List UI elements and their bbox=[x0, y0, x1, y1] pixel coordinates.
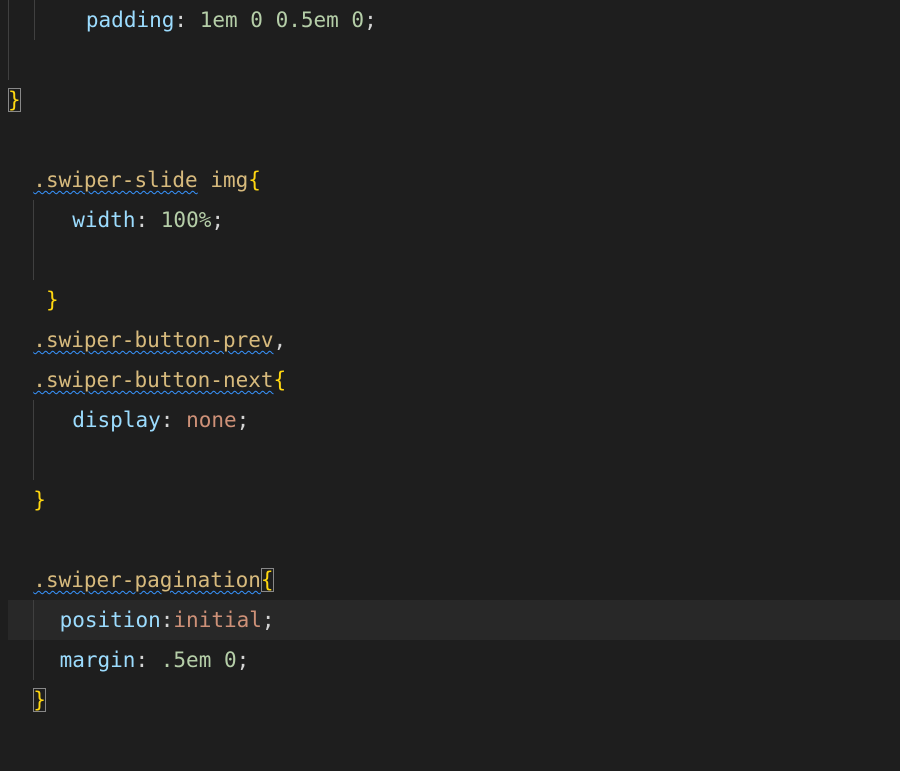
code-line[interactable] bbox=[8, 528, 21, 552]
close-brace: } bbox=[8, 88, 21, 112]
css-property: padding bbox=[86, 8, 175, 32]
close-brace: } bbox=[46, 288, 59, 312]
css-value: 1em 0 0.5em 0 bbox=[200, 8, 364, 32]
css-selector: img bbox=[210, 168, 248, 192]
css-property: display bbox=[72, 408, 161, 432]
code-line[interactable] bbox=[8, 128, 21, 152]
css-property: position bbox=[60, 608, 161, 632]
css-selector: .swiper-pagination bbox=[33, 568, 261, 592]
css-selector: .swiper-button-prev bbox=[33, 328, 273, 352]
code-line[interactable]: .swiper-slide img{ bbox=[8, 168, 261, 192]
code-line[interactable] bbox=[8, 448, 60, 472]
code-line[interactable]: position:initial; bbox=[8, 600, 900, 640]
css-selector: .swiper-slide bbox=[33, 168, 197, 192]
code-line[interactable]: .swiper-button-next{ bbox=[8, 368, 286, 392]
code-line[interactable]: } bbox=[8, 688, 46, 712]
code-line[interactable]: } bbox=[8, 88, 21, 112]
code-line[interactable]: .swiper-pagination{ bbox=[8, 568, 274, 592]
code-line[interactable] bbox=[8, 48, 34, 72]
code-line[interactable]: } bbox=[8, 488, 46, 512]
code-line[interactable]: padding: 1em 0 0.5em 0; bbox=[8, 8, 377, 32]
code-line[interactable]: } bbox=[8, 288, 59, 312]
css-property: margin bbox=[60, 648, 136, 672]
code-line[interactable]: .swiper-button-prev, bbox=[8, 328, 286, 352]
close-brace: } bbox=[33, 688, 46, 712]
code-line[interactable]: display: none; bbox=[8, 408, 249, 432]
css-value: .5em 0 bbox=[161, 648, 237, 672]
css-value: 100% bbox=[161, 208, 212, 232]
code-line[interactable]: width: 100%; bbox=[8, 208, 224, 232]
code-line[interactable]: margin: .5em 0; bbox=[8, 648, 249, 672]
code-editor[interactable]: padding: 1em 0 0.5em 0; } .swiper-slide … bbox=[0, 0, 900, 720]
close-brace: } bbox=[33, 488, 46, 512]
code-line[interactable] bbox=[8, 248, 60, 272]
css-property: width bbox=[72, 208, 135, 232]
css-value: initial bbox=[173, 608, 262, 632]
css-selector: .swiper-button-next bbox=[33, 368, 273, 392]
css-value: none bbox=[186, 408, 237, 432]
